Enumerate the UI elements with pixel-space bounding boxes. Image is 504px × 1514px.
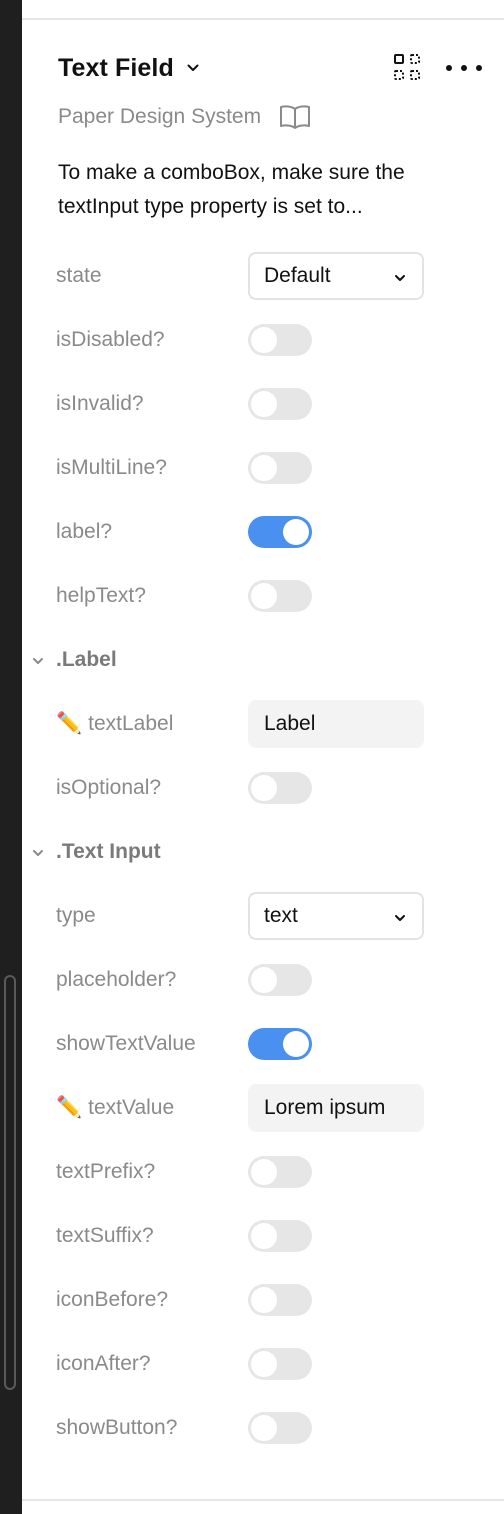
placeholder-toggle[interactable] xyxy=(248,964,312,996)
section-title: .Label xyxy=(56,648,117,671)
library-name: Paper Design System xyxy=(58,105,262,128)
icon-before-toggle[interactable] xyxy=(248,1284,312,1316)
label-toggle[interactable] xyxy=(248,516,312,548)
label-toggle-label: label? xyxy=(56,520,113,543)
icon-before-label: iconBefore? xyxy=(56,1288,169,1311)
show-button-label: showButton? xyxy=(56,1416,178,1439)
text-value-input[interactable]: Lorem ipsum xyxy=(248,1084,424,1132)
library-row: Paper Design System xyxy=(58,102,311,132)
text-label-input[interactable]: Label xyxy=(248,700,424,748)
chevron-down-icon xyxy=(394,911,406,923)
left-rail xyxy=(0,0,22,1514)
type-select[interactable]: text xyxy=(248,892,424,940)
help-text-toggle[interactable] xyxy=(248,580,312,612)
book-icon[interactable] xyxy=(279,104,311,130)
component-title-row[interactable]: Text Field xyxy=(58,50,200,86)
scrollbar[interactable] xyxy=(4,975,16,1390)
show-text-value-label: showTextValue xyxy=(56,1032,196,1055)
type-label: type xyxy=(56,904,96,927)
icon-after-label: iconAfter? xyxy=(56,1352,151,1375)
divider xyxy=(22,18,504,20)
text-value-label: ✏️ textValue xyxy=(56,1093,174,1123)
section-title: .Text Input xyxy=(56,840,161,863)
is-invalid-label: isInvalid? xyxy=(56,392,144,415)
state-label: state xyxy=(56,264,102,287)
text-value-name: textValue xyxy=(88,1096,175,1119)
component-description: To make a comboBox, make sure the textIn… xyxy=(58,161,405,218)
more-horizontal-icon[interactable] xyxy=(446,56,482,80)
text-suffix-toggle[interactable] xyxy=(248,1220,312,1252)
chevron-down-icon[interactable] xyxy=(186,61,200,75)
is-multiline-toggle[interactable] xyxy=(248,452,312,484)
pencil-icon: ✏️ xyxy=(56,712,83,735)
type-value: text xyxy=(264,904,298,927)
divider xyxy=(22,1499,504,1501)
chevron-down-icon[interactable] xyxy=(32,845,46,859)
is-disabled-label: isDisabled? xyxy=(56,328,165,351)
placeholder-label: placeholder? xyxy=(56,968,177,991)
chevron-down-icon xyxy=(394,271,406,283)
is-optional-label: isOptional? xyxy=(56,776,162,799)
is-optional-toggle[interactable] xyxy=(248,772,312,804)
text-prefix-toggle[interactable] xyxy=(248,1156,312,1188)
section-text-input-header[interactable]: .Text Input xyxy=(32,837,161,867)
show-text-value-toggle[interactable] xyxy=(248,1028,312,1060)
is-disabled-toggle[interactable] xyxy=(248,324,312,356)
text-label-name: textLabel xyxy=(88,712,174,735)
show-button-toggle[interactable] xyxy=(248,1412,312,1444)
component-title: Text Field xyxy=(58,53,174,82)
section-label-header[interactable]: .Label xyxy=(32,645,117,675)
icon-after-toggle[interactable] xyxy=(248,1348,312,1380)
is-invalid-toggle[interactable] xyxy=(248,388,312,420)
component-grid-icon[interactable] xyxy=(394,54,420,80)
pencil-icon: ✏️ xyxy=(56,1096,83,1119)
text-prefix-label: textPrefix? xyxy=(56,1160,156,1183)
text-suffix-label: textSuffix? xyxy=(56,1224,154,1247)
help-text-label: helpText? xyxy=(56,584,146,607)
text-label-label: ✏️ textLabel xyxy=(56,709,173,739)
is-multiline-label: isMultiLine? xyxy=(56,456,167,479)
state-select[interactable]: Default xyxy=(248,252,424,300)
chevron-down-icon[interactable] xyxy=(32,653,46,667)
properties-panel: Text Field Paper Design System To make a… xyxy=(22,0,504,1514)
state-value: Default xyxy=(264,264,331,287)
